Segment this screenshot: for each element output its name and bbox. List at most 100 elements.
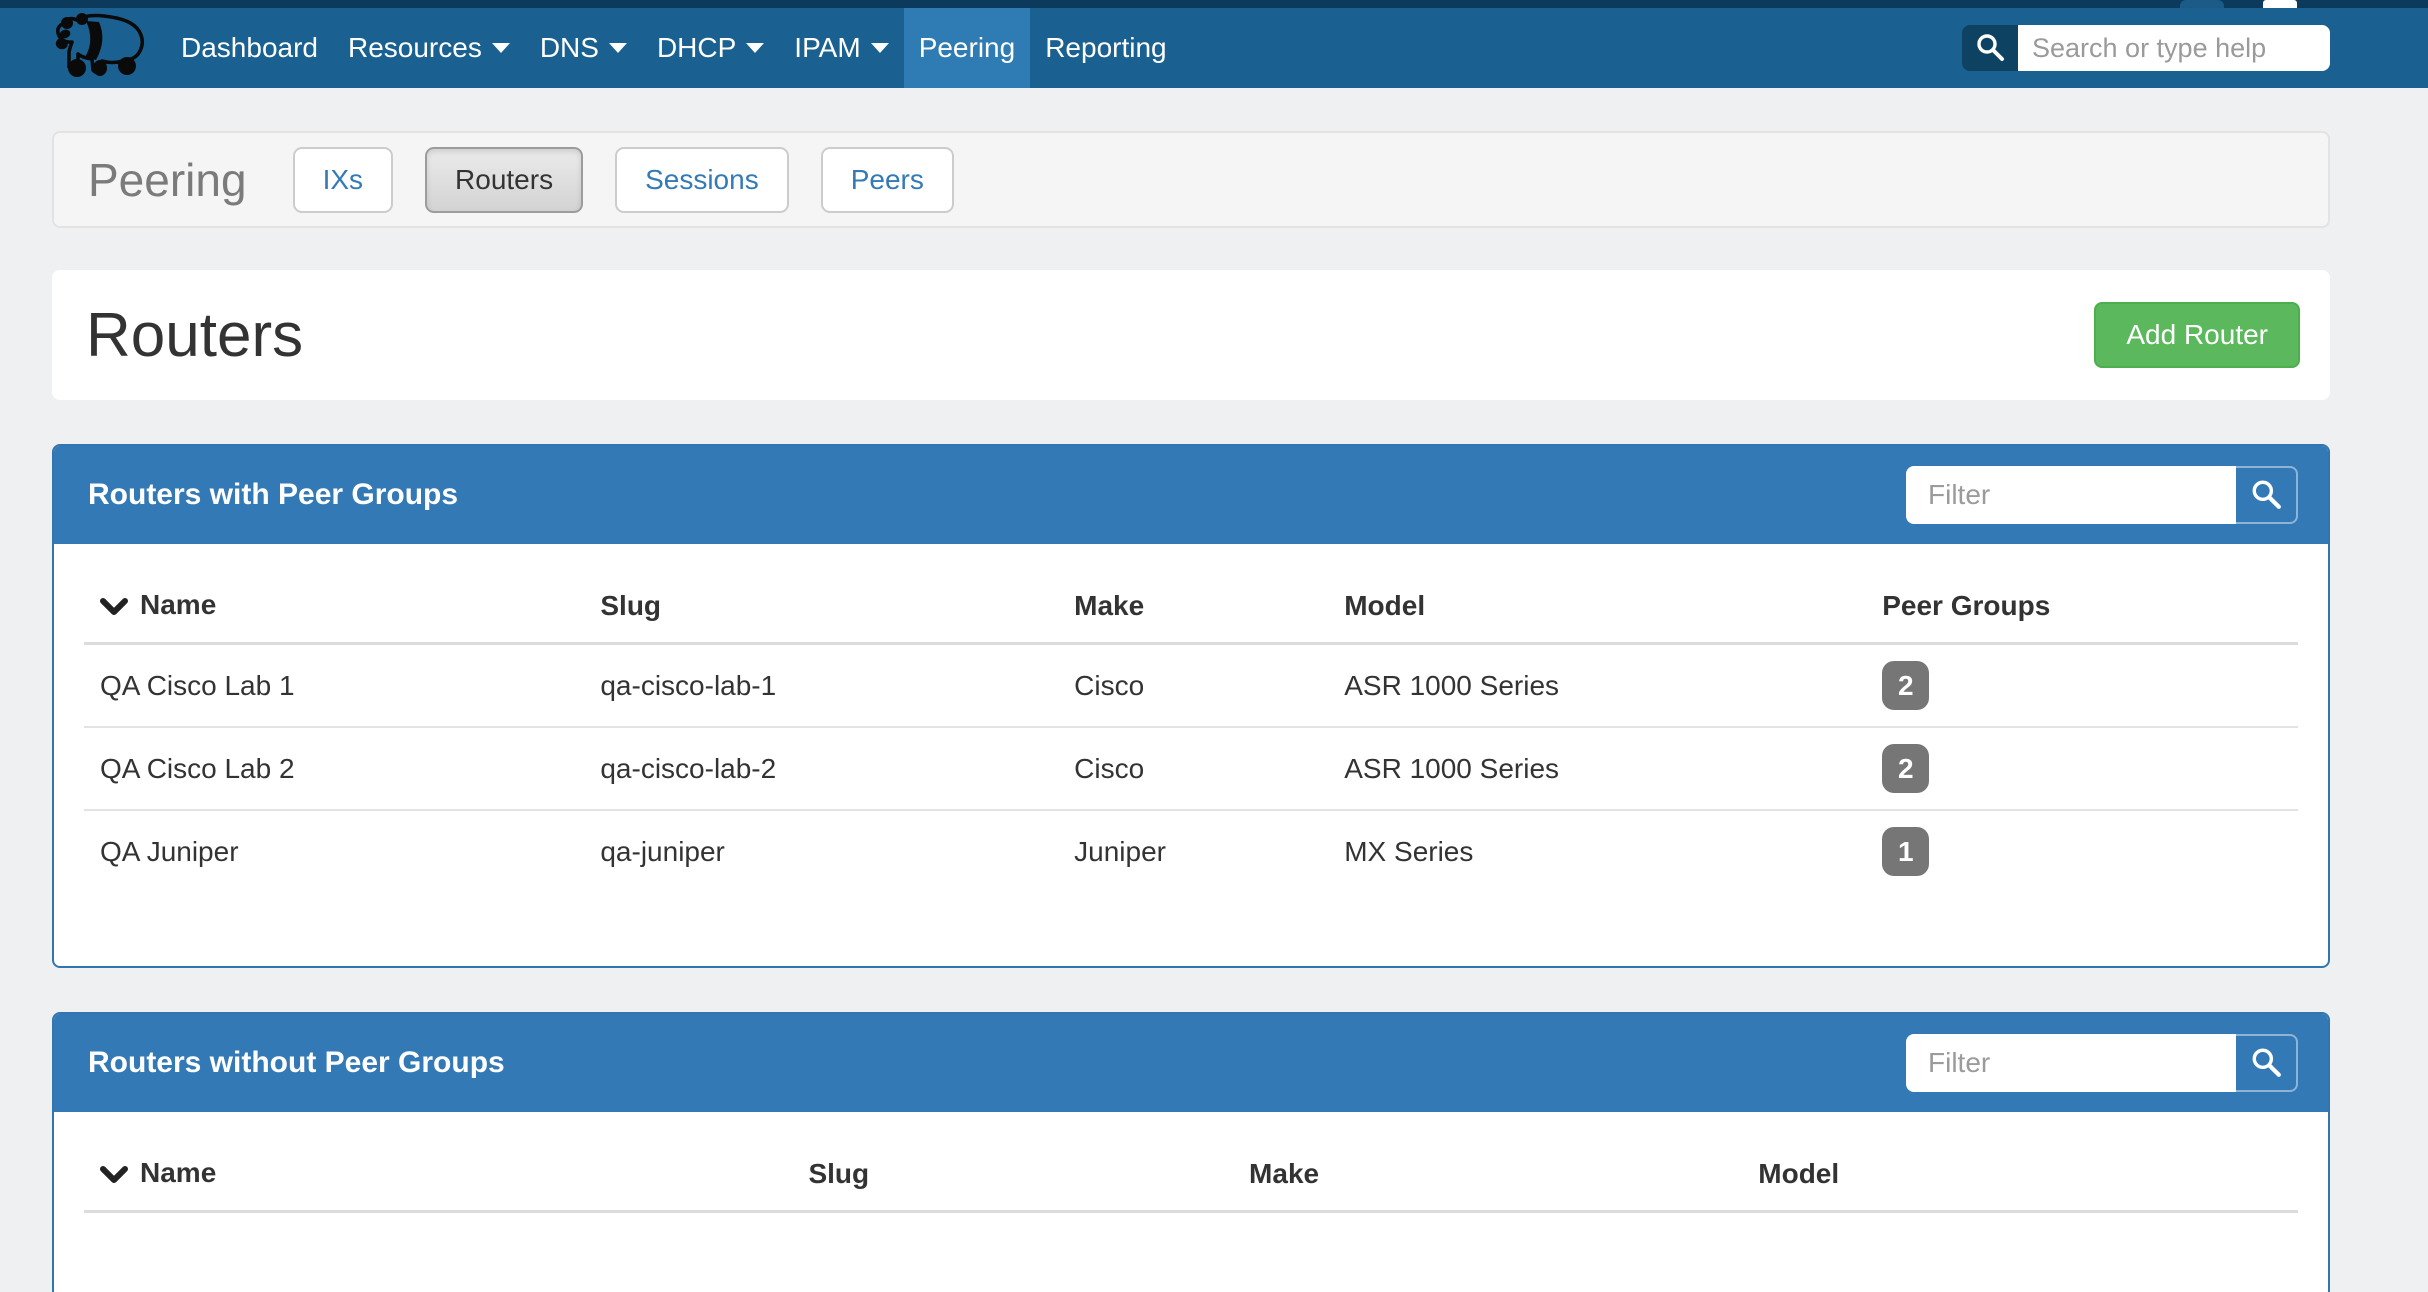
- page-header-well: Peering IXs Routers Sessions Peers: [52, 131, 2330, 228]
- table-row: QA Juniper qa-juniper Juniper MX Series …: [84, 810, 2298, 892]
- panel-body: Name Slug Make Model Peer Groups QA Cisc…: [54, 544, 2328, 966]
- peer-groups-count-badge[interactable]: 2: [1882, 661, 1929, 710]
- router-slug-cell: qa-cisco-lab-2: [584, 727, 1058, 810]
- table-row: QA Cisco Lab 1 qa-cisco-lab-1 Cisco ASR …: [84, 644, 2298, 728]
- table-header-row: Name Slug Make Model Peer Groups: [84, 572, 2298, 644]
- table-row: QA Cisco Lab 2 qa-cisco-lab-2 Cisco ASR …: [84, 727, 2298, 810]
- router-make-cell: Cisco: [1058, 727, 1328, 810]
- filter-input[interactable]: [1906, 1034, 2236, 1092]
- panel-heading: Routers without Peer Groups: [54, 1014, 2328, 1112]
- panel-bottom-spacer: [84, 892, 2298, 966]
- column-header-label: Slug: [600, 590, 661, 621]
- browser-chrome-strip: [0, 0, 2428, 8]
- add-router-button[interactable]: Add Router: [2094, 302, 2300, 368]
- column-header-label: Model: [1344, 590, 1425, 621]
- routers-without-peer-groups-table: Name Slug Make Model: [84, 1140, 2298, 1213]
- router-make-cell: Juniper: [1058, 810, 1328, 892]
- nav-item-peering[interactable]: Peering: [904, 8, 1031, 88]
- panel-heading: Routers with Peer Groups: [54, 446, 2328, 544]
- router-model-cell: MX Series: [1328, 810, 1866, 892]
- peer-groups-count-badge[interactable]: 1: [1882, 827, 1929, 876]
- column-header-slug[interactable]: Slug: [584, 572, 1058, 644]
- panel-routers-with-peer-groups: Routers with Peer Groups: [52, 444, 2330, 968]
- tab-routers[interactable]: Routers: [425, 147, 583, 213]
- filter-input[interactable]: [1906, 466, 2236, 524]
- filter-group: [1906, 1034, 2298, 1092]
- navbar-menu: Dashboard Resources DNS DHCP IPAM Peerin…: [166, 8, 1182, 88]
- filter-search-button[interactable]: [2236, 1034, 2298, 1092]
- nav-item-ipam[interactable]: IPAM: [779, 8, 903, 88]
- router-name-cell[interactable]: QA Juniper: [84, 810, 584, 892]
- browser-tab-artifact-shadow: [2180, 0, 2224, 8]
- nav-item-dns[interactable]: DNS: [525, 8, 642, 88]
- nav-item-dhcp[interactable]: DHCP: [642, 8, 779, 88]
- column-header-name[interactable]: Name: [84, 572, 584, 644]
- panel-body: Name Slug Make Model: [54, 1112, 2328, 1292]
- chevron-down-icon: [746, 43, 764, 53]
- router-model-cell: ASR 1000 Series: [1328, 727, 1866, 810]
- top-navbar: Dashboard Resources DNS DHCP IPAM Peerin…: [0, 8, 2428, 88]
- panel-title: Routers with Peer Groups: [88, 478, 458, 512]
- page-title: Peering: [88, 153, 247, 207]
- chevron-down-icon: [609, 43, 627, 53]
- global-search: [1962, 25, 2330, 71]
- nav-item-label: Resources: [348, 32, 482, 64]
- nav-item-label: Reporting: [1045, 32, 1166, 64]
- filter-search-button[interactable]: [2236, 466, 2298, 524]
- router-name-cell[interactable]: QA Cisco Lab 1: [84, 644, 584, 728]
- column-header-label: Slug: [808, 1158, 869, 1189]
- column-header-label: Name: [140, 589, 216, 620]
- nav-item-label: DNS: [540, 32, 599, 64]
- main-container: Peering IXs Routers Sessions Peers Route…: [52, 131, 2330, 1292]
- app-logo[interactable]: [50, 14, 150, 82]
- column-header-name[interactable]: Name: [84, 1140, 792, 1212]
- nav-item-reporting[interactable]: Reporting: [1030, 8, 1181, 88]
- content-header: Routers Add Router: [52, 270, 2330, 400]
- router-peer-groups-cell: 2: [1866, 727, 2298, 810]
- filter-group: [1906, 466, 2298, 524]
- chevron-down-icon: [871, 43, 889, 53]
- column-header-label: Name: [140, 1157, 216, 1188]
- peer-groups-count-badge[interactable]: 2: [1882, 744, 1929, 793]
- column-header-slug[interactable]: Slug: [792, 1140, 1233, 1212]
- panel-routers-without-peer-groups: Routers without Peer Groups: [52, 1012, 2330, 1292]
- column-header-peer-groups[interactable]: Peer Groups: [1866, 572, 2298, 644]
- nav-item-label: IPAM: [794, 32, 860, 64]
- column-header-label: Make: [1249, 1158, 1319, 1189]
- content-title: Routers: [86, 300, 303, 371]
- global-search-input[interactable]: [2018, 25, 2330, 71]
- global-search-button[interactable]: [1962, 25, 2018, 71]
- search-icon: [2250, 1046, 2282, 1081]
- router-make-cell: Cisco: [1058, 644, 1328, 728]
- browser-tab-artifact: [2263, 0, 2297, 8]
- column-header-label: Peer Groups: [1882, 590, 2050, 621]
- search-icon: [2250, 478, 2282, 513]
- table-header-row: Name Slug Make Model: [84, 1140, 2298, 1212]
- nav-item-label: Peering: [919, 32, 1016, 64]
- router-slug-cell: qa-cisco-lab-1: [584, 644, 1058, 728]
- column-header-label: Make: [1074, 590, 1144, 621]
- chevron-down-icon: [492, 43, 510, 53]
- sort-desc-icon: [100, 1154, 128, 1196]
- nav-item-label: Dashboard: [181, 32, 318, 64]
- column-header-model[interactable]: Model: [1328, 572, 1866, 644]
- router-peer-groups-cell: 1: [1866, 810, 2298, 892]
- nav-item-resources[interactable]: Resources: [333, 8, 525, 88]
- panel-bottom-spacer: [84, 1213, 2298, 1292]
- tab-sessions[interactable]: Sessions: [615, 147, 789, 213]
- panda-logo-icon: [50, 12, 150, 85]
- sort-desc-icon: [100, 586, 128, 628]
- router-peer-groups-cell: 2: [1866, 644, 2298, 728]
- column-header-label: Model: [1758, 1158, 1839, 1189]
- tab-peers[interactable]: Peers: [821, 147, 954, 213]
- column-header-make[interactable]: Make: [1058, 572, 1328, 644]
- search-icon: [1975, 32, 2005, 65]
- router-name-cell[interactable]: QA Cisco Lab 2: [84, 727, 584, 810]
- nav-item-dashboard[interactable]: Dashboard: [166, 8, 333, 88]
- column-header-model[interactable]: Model: [1742, 1140, 2298, 1212]
- router-slug-cell: qa-juniper: [584, 810, 1058, 892]
- nav-item-label: DHCP: [657, 32, 736, 64]
- routers-with-peer-groups-table: Name Slug Make Model Peer Groups QA Cisc…: [84, 572, 2298, 892]
- tab-ixs[interactable]: IXs: [293, 147, 393, 213]
- column-header-make[interactable]: Make: [1233, 1140, 1742, 1212]
